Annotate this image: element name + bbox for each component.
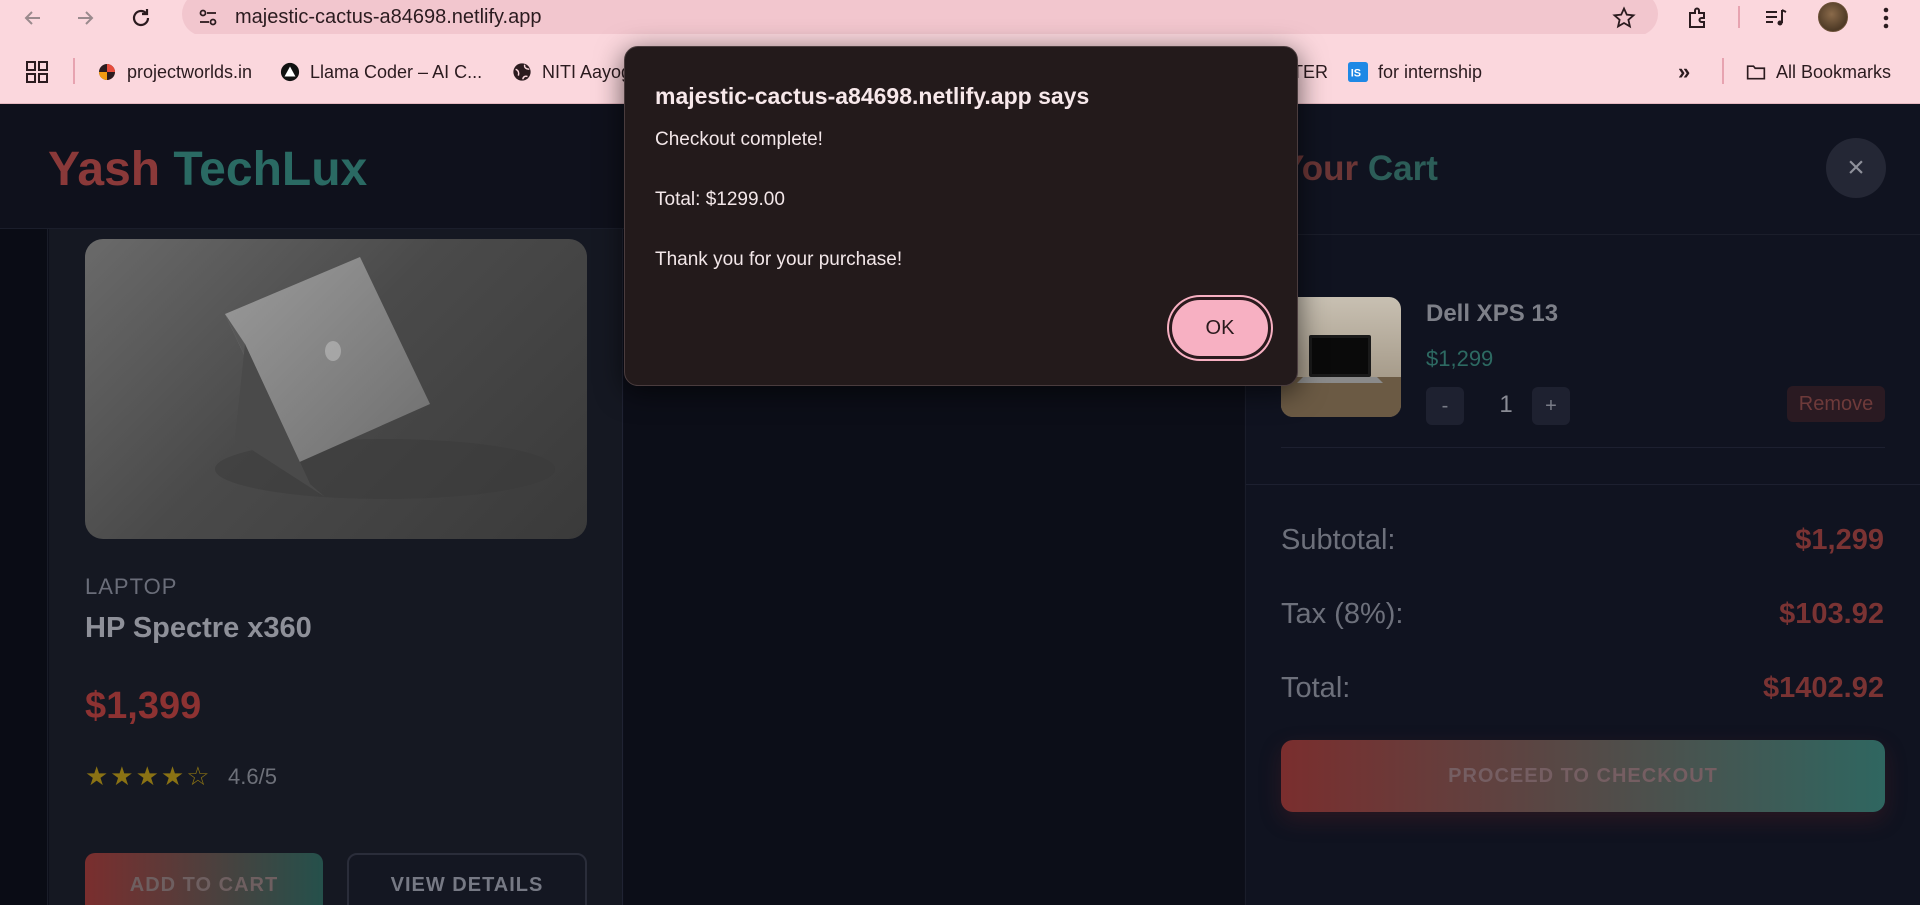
cart-item-image xyxy=(1281,297,1401,417)
forward-icon[interactable] xyxy=(70,3,100,33)
divider xyxy=(1281,447,1885,448)
cart-item-name: Dell XPS 13 xyxy=(1426,300,1559,327)
total-value: $1402.92 xyxy=(1763,672,1884,704)
divider xyxy=(1246,234,1920,235)
svg-text:IS: IS xyxy=(1351,68,1361,80)
reload-icon[interactable] xyxy=(126,3,156,33)
subtotal-label: Subtotal: xyxy=(1281,524,1396,556)
dialog-title: majestic-cactus-a84698.netlify.app says xyxy=(655,83,1090,109)
proceed-to-checkout-button[interactable]: PROCEED TO CHECKOUT xyxy=(1281,740,1885,812)
rating-stars: ★★★★☆ xyxy=(85,761,212,791)
remove-item-button[interactable]: Remove xyxy=(1787,386,1885,422)
bookmark-label: projectworlds.in xyxy=(127,61,253,82)
address-bar-url: majestic-cactus-a84698.netlify.app xyxy=(235,6,542,28)
increase-quantity-button[interactable]: + xyxy=(1532,387,1570,425)
internshala-icon: IS xyxy=(1348,62,1368,82)
cart-title-part2: Cart xyxy=(1367,149,1438,188)
bookmark-label: Llama Coder – AI C... xyxy=(310,61,483,82)
all-bookmarks-label: All Bookmarks xyxy=(1776,61,1892,82)
extensions-icon[interactable] xyxy=(1682,2,1714,34)
view-details-button[interactable]: VIEW DETAILS xyxy=(347,853,587,905)
dialog-message-line1: Checkout complete! xyxy=(655,129,823,150)
ok-button[interactable]: OK xyxy=(1169,297,1271,359)
dialog-message-line2: Total: $1299.00 xyxy=(655,189,785,210)
add-to-cart-button[interactable]: ADD TO CART xyxy=(85,853,323,905)
bookmark-for-internship[interactable]: IS for internship xyxy=(1348,58,1482,86)
bookmark-niti-aayog[interactable]: NITI Aayog xyxy=(512,58,631,86)
logo-text-techlux: TechLux xyxy=(173,143,368,196)
tax-value: $103.92 xyxy=(1779,598,1884,630)
site-logo[interactable]: Yash TechLux xyxy=(48,142,367,197)
globe-icon xyxy=(512,62,532,82)
folder-icon xyxy=(1746,62,1766,82)
alert-dialog: majestic-cactus-a84698.netlify.app says … xyxy=(624,46,1298,386)
browser-toolbar: majestic-cactus-a84698.netlify.app xyxy=(0,0,1920,36)
side-gutter xyxy=(0,229,48,905)
bookmark-star-icon[interactable] xyxy=(1608,2,1640,34)
bookmarks-divider xyxy=(73,58,75,84)
bookmark-label: NITI Aayog xyxy=(542,61,632,82)
bookmarks-overflow-button[interactable]: » xyxy=(1678,58,1690,86)
product-image xyxy=(85,239,587,539)
bookmark-llama-coder[interactable]: Llama Coder – AI C... xyxy=(280,58,482,86)
bookmark-label: for internship xyxy=(1378,61,1483,82)
close-icon: × xyxy=(1847,151,1865,184)
all-bookmarks-button[interactable]: All Bookmarks xyxy=(1746,58,1891,86)
divider xyxy=(1246,484,1920,485)
projectworlds-icon xyxy=(97,62,117,82)
decrease-quantity-button[interactable]: - xyxy=(1426,387,1464,425)
menu-kebab-icon[interactable] xyxy=(1870,2,1902,34)
product-name[interactable]: HP Spectre x360 xyxy=(85,612,312,645)
logo-text-yash: Yash xyxy=(48,143,161,196)
close-cart-button[interactable]: × xyxy=(1826,138,1886,198)
quantity-value: 1 xyxy=(1499,391,1513,418)
media-control-icon[interactable] xyxy=(1760,2,1792,34)
bookmark-projectworlds[interactable]: projectworlds.in xyxy=(97,58,252,86)
product-card: LAPTOP HP Spectre x360 $1,399 ★★★★☆ 4.6/… xyxy=(49,229,623,905)
tax-label: Tax (8%): xyxy=(1281,598,1404,630)
bookmarks-divider xyxy=(1722,58,1724,84)
cart-item-price: $1,299 xyxy=(1426,346,1494,371)
cart-panel: Your Cart × Dell XPS 13 $1,299 - 1 + Rem… xyxy=(1245,104,1920,905)
apps-grid-icon[interactable] xyxy=(26,58,48,86)
profile-avatar[interactable] xyxy=(1818,2,1848,32)
product-price: $1,399 xyxy=(85,685,202,727)
back-icon[interactable] xyxy=(18,3,48,33)
total-label: Total: xyxy=(1281,672,1351,704)
triangle-logo-icon xyxy=(280,62,300,82)
rating-value: 4.6/5 xyxy=(228,764,277,789)
subtotal-value: $1,299 xyxy=(1795,524,1884,556)
cart-title: Your Cart xyxy=(1281,149,1438,189)
dialog-message-line3: Thank you for your purchase! xyxy=(655,249,903,270)
product-category: LAPTOP xyxy=(85,574,178,599)
site-info-icon[interactable] xyxy=(192,2,224,34)
toolbar-divider xyxy=(1738,6,1740,28)
